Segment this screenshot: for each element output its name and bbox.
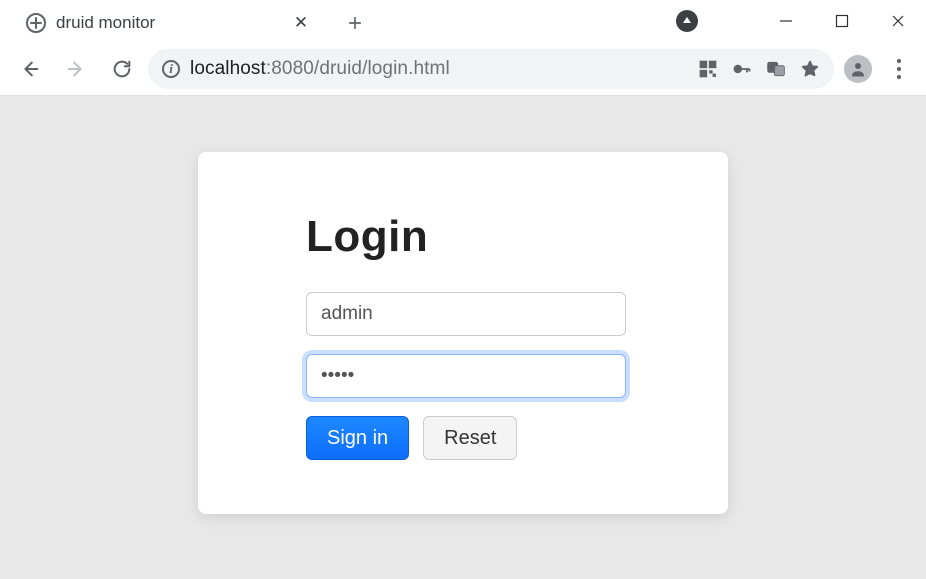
login-heading: Login <box>306 212 620 262</box>
signin-button[interactable]: Sign in <box>306 416 409 460</box>
close-icon[interactable]: ✕ <box>292 14 310 32</box>
browser-tab[interactable]: druid monitor ✕ <box>14 4 324 42</box>
reload-button[interactable] <box>102 49 142 89</box>
username-input[interactable] <box>306 292 626 336</box>
new-tab-button[interactable] <box>340 8 370 38</box>
password-input[interactable] <box>306 354 626 398</box>
key-icon[interactable] <box>732 59 752 79</box>
forward-button[interactable] <box>56 49 96 89</box>
kebab-menu-icon[interactable] <box>882 59 916 79</box>
address-bar[interactable]: localhost:8080/druid/login.html G <box>148 49 834 89</box>
site-info-icon[interactable] <box>162 60 180 78</box>
window-controls <box>758 0 926 42</box>
tab-title: druid monitor <box>56 13 282 33</box>
minimize-button[interactable] <box>758 0 814 42</box>
star-icon[interactable] <box>800 59 820 79</box>
browser-toolbar: localhost:8080/druid/login.html G <box>0 42 926 96</box>
qr-icon[interactable] <box>698 59 718 79</box>
globe-icon <box>26 13 46 33</box>
login-card: Login Sign in Reset <box>198 152 728 514</box>
profile-avatar[interactable] <box>844 55 872 83</box>
translate-icon[interactable]: G <box>766 59 786 79</box>
svg-text:G: G <box>770 64 775 71</box>
tab-strip: druid monitor ✕ <box>0 0 370 42</box>
window-titlebar: druid monitor ✕ <box>0 0 926 42</box>
button-row: Sign in Reset <box>306 416 620 460</box>
page-viewport: Login Sign in Reset <box>0 96 926 579</box>
maximize-button[interactable] <box>814 0 870 42</box>
back-button[interactable] <box>10 49 50 89</box>
reset-button[interactable]: Reset <box>423 416 517 460</box>
url-text: localhost:8080/druid/login.html <box>190 58 450 80</box>
window-close-button[interactable] <box>870 0 926 42</box>
account-badge-icon[interactable] <box>676 10 698 32</box>
